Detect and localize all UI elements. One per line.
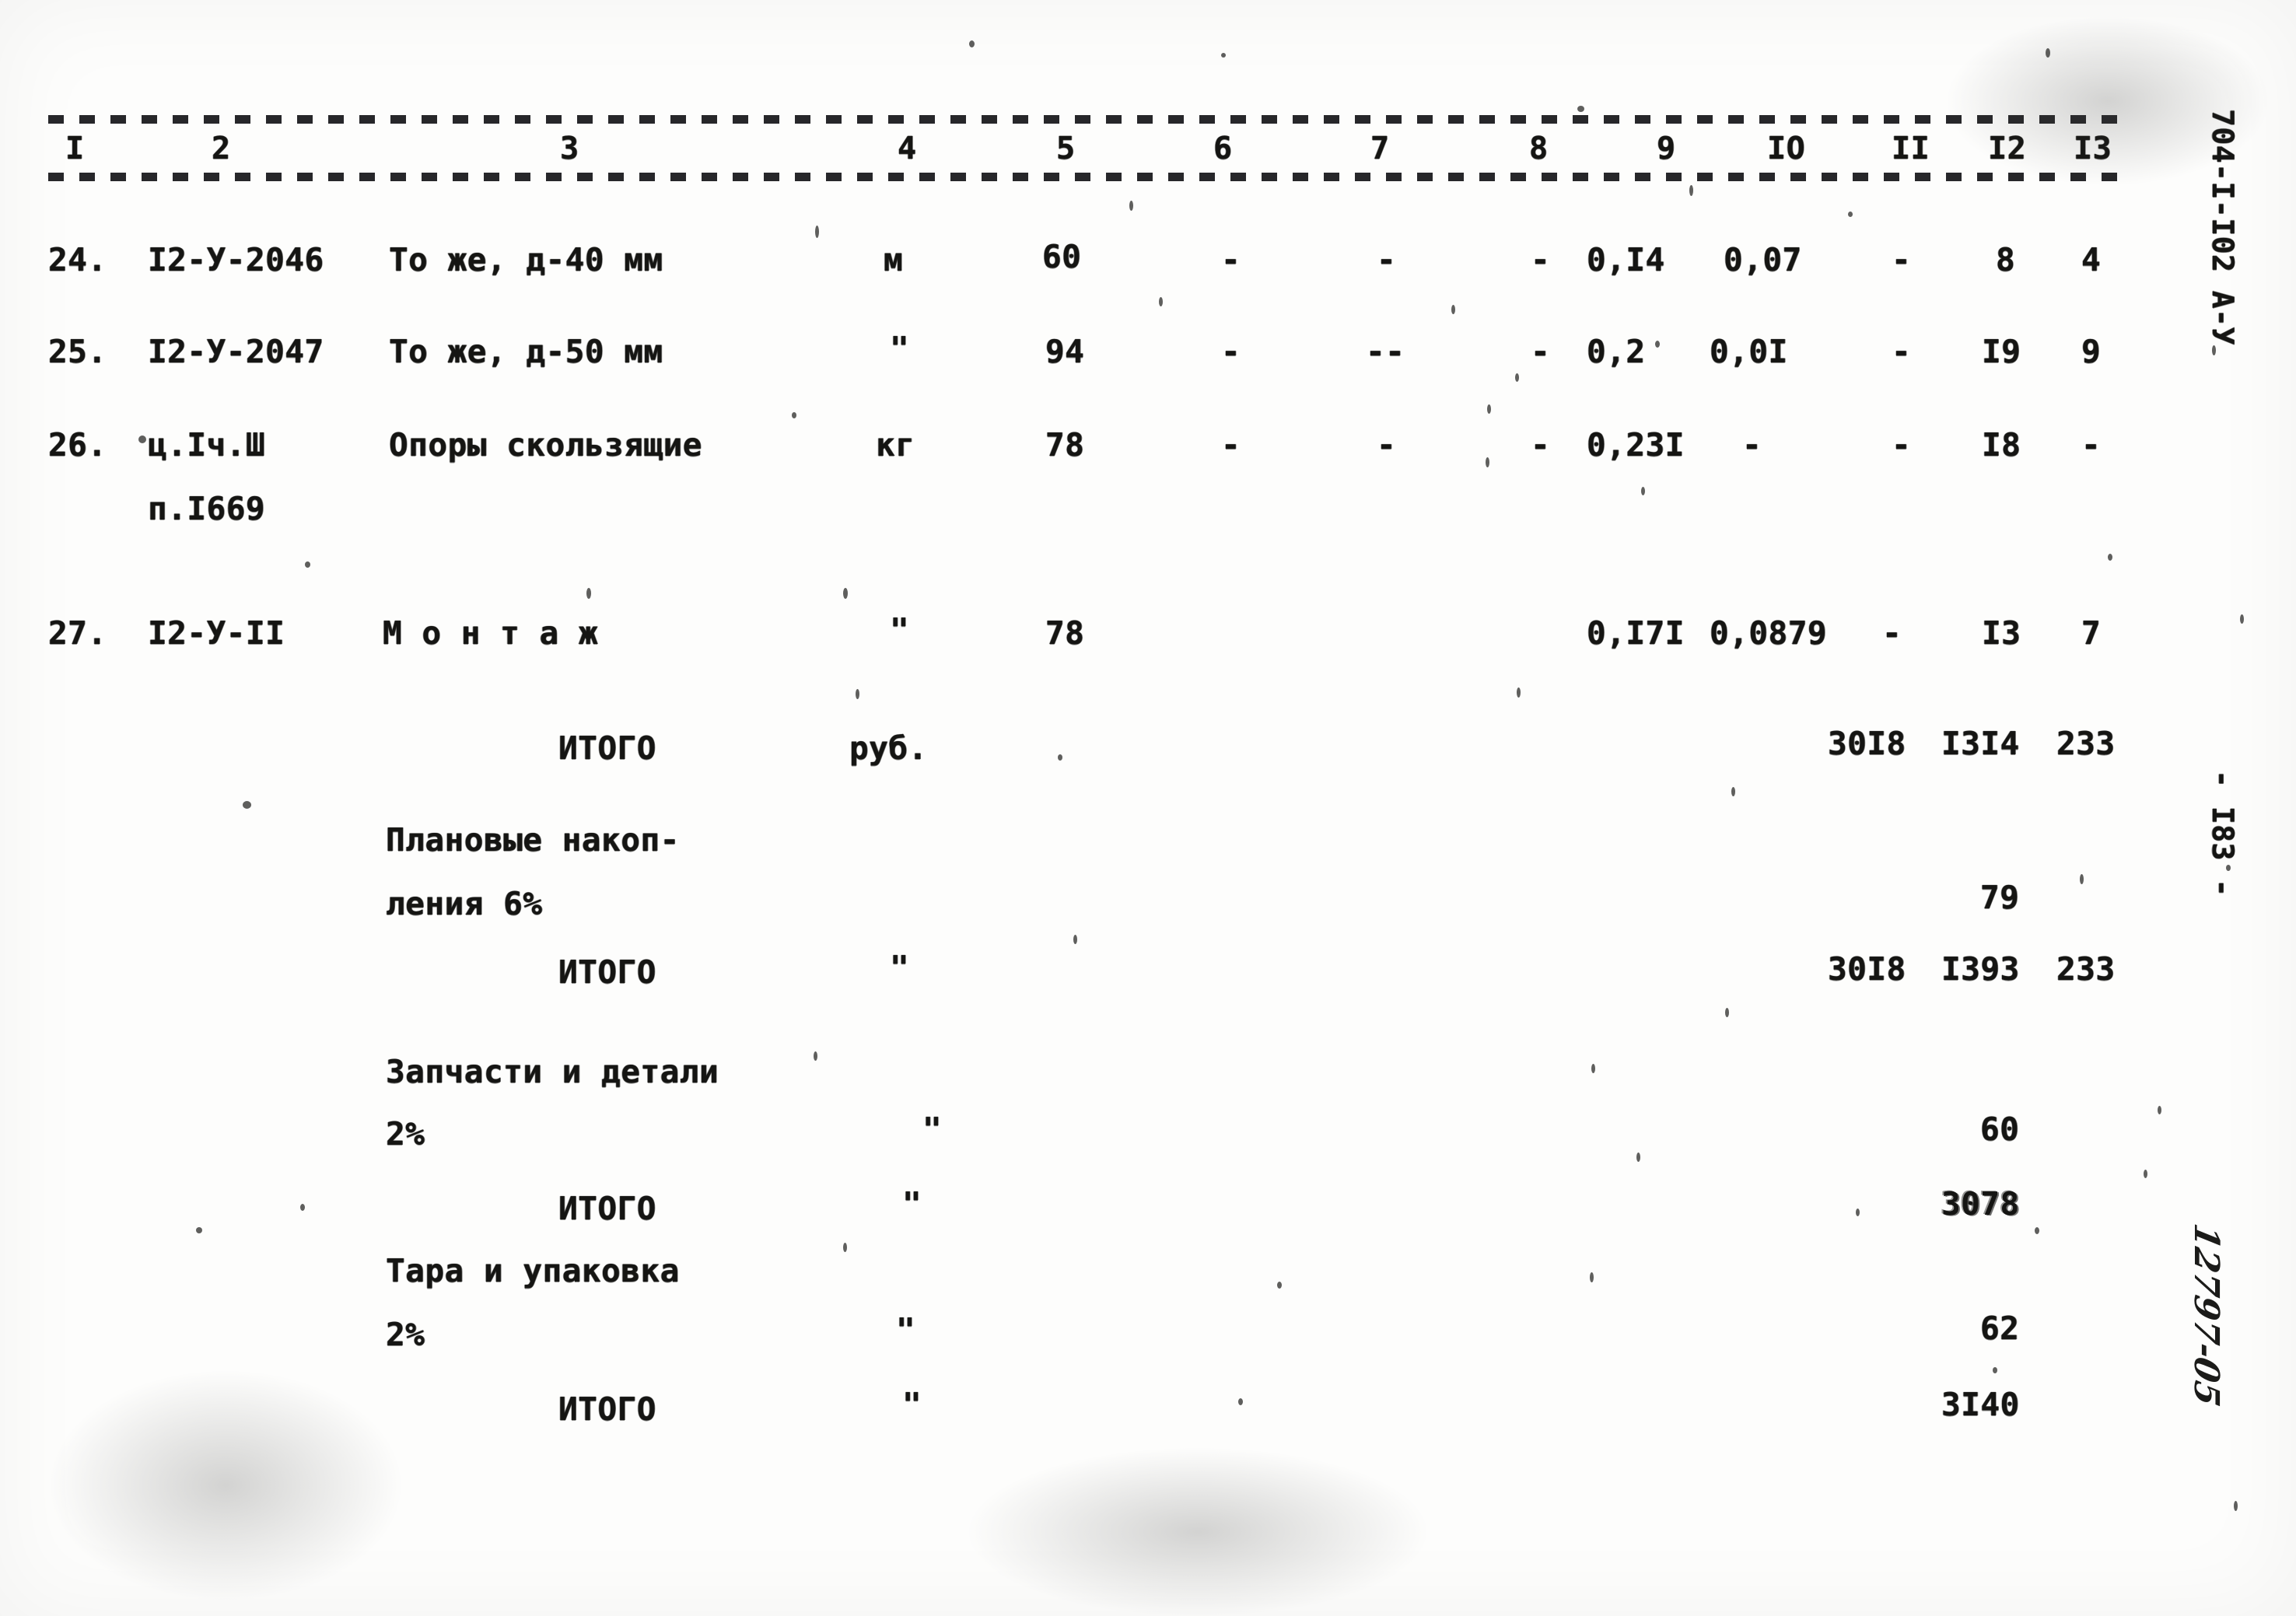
row-code: I2-У-II (148, 614, 285, 652)
summary-label-line1: Тара и упаковка (386, 1252, 680, 1289)
row-quantity: 78 (1045, 426, 1085, 463)
summary-label-line2: 2% (386, 1115, 425, 1153)
table-rule-bottom (48, 173, 2117, 181)
summary-unit: " (922, 1111, 943, 1148)
row-name: То же, д-40 мм (389, 241, 663, 278)
row-col10: 0,07 (1724, 241, 1802, 278)
table-row: 27. I2-У-II М о н т а ж " 78 0,I7I 0,087… (0, 0, 2101, 652)
row-col9: 0,2 (1587, 333, 1646, 370)
scanned-page: I 2 3 4 5 6 7 8 9 IO II I2 I3 24. I2-У-2… (0, 0, 2296, 1616)
column-header-3: 3 (560, 131, 579, 166)
row-code: I2-У-2046 (148, 241, 324, 278)
summary-value-13: 233 (2056, 725, 2116, 762)
margin-document-code: 704-I-I02 А-У (2206, 109, 2240, 345)
summary-unit: " (902, 1185, 922, 1222)
row-col11: - (1882, 614, 1902, 652)
row-name: То же, д-50 мм (389, 333, 663, 370)
row-col12: I3 (1982, 614, 2021, 652)
column-header-4: 4 (898, 131, 917, 166)
row-col13: 4 (2081, 241, 2102, 278)
row-col8: - (1531, 333, 1551, 370)
row-col13: 9 (2081, 333, 2102, 370)
row-code: ц.Iч.Ш (148, 426, 266, 463)
column-header-13: I3 (2074, 131, 2112, 166)
summary-value-12: 60 (1980, 1111, 2020, 1148)
row-name: М о н т а ж (383, 614, 599, 652)
row-col11: - (1892, 241, 1912, 278)
column-header-11: II (1892, 131, 1930, 166)
summary-unit: " (896, 1311, 916, 1348)
summary-unit: " (890, 949, 910, 986)
row-quantity: 78 (1045, 614, 1085, 652)
row-number: 27. (48, 614, 107, 652)
margin-page-number: - I83 - (2206, 770, 2240, 897)
summary-unit: руб. (849, 729, 928, 767)
row-unit: " (890, 611, 910, 649)
column-header-8: 8 (1529, 131, 1549, 166)
summary-label: ИТОГО (558, 729, 656, 767)
row-col10: 0,0879 (1710, 614, 1828, 652)
row-code: I2-У-2047 (148, 333, 324, 370)
column-header-2: 2 (212, 131, 231, 166)
summary-value-12: 3I40 (1941, 1386, 2020, 1423)
summary-label: ИТОГО (558, 953, 656, 991)
margin-handwritten-number: 12797-05 (2186, 1220, 2226, 1410)
row-quantity: 60 (1042, 238, 1082, 275)
table-rule-top (48, 115, 2117, 124)
column-header-10: IO (1767, 131, 1806, 166)
summary-value-12: 3078 (1941, 1185, 2020, 1222)
summary-value-12: I3I4 (1941, 725, 2020, 762)
summary-label: ИТОГО (558, 1390, 656, 1428)
row-col9: 0,I7I (1587, 614, 1685, 652)
row-col11: - (1892, 426, 1912, 463)
row-quantity: 94 (1045, 333, 1085, 370)
row-col8: - (1531, 426, 1551, 463)
summary-unit: " (902, 1386, 922, 1423)
row-col11: - (1892, 333, 1912, 370)
column-header-9: 9 (1657, 131, 1676, 166)
row-unit: м (884, 241, 904, 278)
row-col6: - (1221, 333, 1241, 370)
row-col13: - (2081, 426, 2102, 463)
summary-label-line1: Запчасти и детали (386, 1053, 719, 1090)
column-header-5: 5 (1056, 131, 1076, 166)
row-col7: - (1377, 241, 1397, 278)
row-col13: 7 (2081, 614, 2102, 652)
row-col7: -- (1366, 333, 1405, 370)
summary-label: ИТОГО (558, 1190, 656, 1227)
summary-label-line2: ления 6% (386, 885, 543, 922)
row-unit: кг (876, 426, 915, 463)
row-unit: " (890, 330, 910, 367)
row-col12: I8 (1982, 426, 2021, 463)
column-header-7: 7 (1370, 131, 1390, 166)
row-col7: - (1377, 426, 1397, 463)
summary-value-11: 30I8 (1828, 725, 1906, 762)
row-col10: 0,0I (1710, 333, 1788, 370)
row-col6: - (1221, 426, 1241, 463)
column-header-6: 6 (1213, 131, 1233, 166)
row-col9: 0,I4 (1587, 241, 1665, 278)
column-header-12: I2 (1988, 131, 2027, 166)
row-col6: - (1221, 241, 1241, 278)
summary-value-12: 79 (1980, 879, 2020, 916)
summary-value-12: 62 (1980, 1310, 2020, 1347)
row-col12: I9 (1982, 333, 2021, 370)
summary-value-12: I393 (1941, 950, 2020, 988)
row-code-second: п.I669 (148, 490, 266, 527)
summary-label-line1: Плановые накоп- (386, 821, 680, 859)
row-col12: 8 (1996, 241, 2016, 278)
summary-value-13: 233 (2056, 950, 2116, 988)
summary-label-line2: 2% (386, 1316, 425, 1353)
row-col10: - (1742, 426, 1762, 463)
row-col8: - (1531, 241, 1551, 278)
row-col9: 0,23I (1587, 426, 1685, 463)
summary-value-11: 30I8 (1828, 950, 1906, 988)
row-name: Опоры скользящие (389, 426, 702, 463)
